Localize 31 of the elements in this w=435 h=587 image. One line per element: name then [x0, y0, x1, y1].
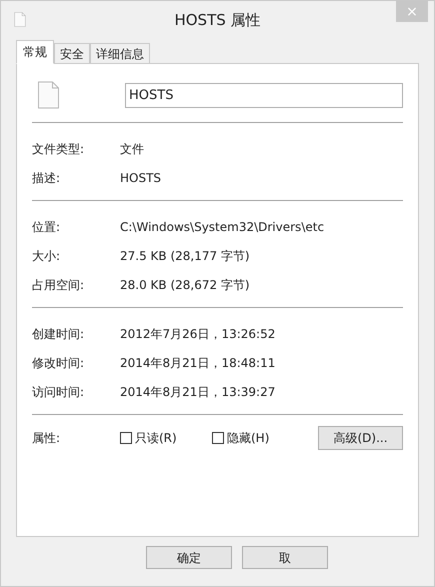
checkbox[interactable] [120, 432, 132, 444]
tab[interactable]: 详细信息 [90, 43, 150, 63]
name-field[interactable]: HOSTS [125, 82, 403, 108]
property-label: 文件类型: [32, 140, 86, 158]
tab[interactable]: 常规 [16, 40, 54, 64]
property-label: 描述: [32, 170, 62, 186]
property-value: 28.0 KB (28,672 字节) [120, 276, 250, 294]
property-value: 2012年7月26日，13:26:52 [120, 326, 276, 342]
property-value: 2014年8月21日，13:39:27 [120, 384, 276, 400]
dialog-button[interactable]: 取 [242, 546, 328, 569]
property-value: HOSTS [120, 170, 162, 186]
attributes-label: 属性: [32, 430, 62, 447]
checkbox[interactable] [212, 432, 224, 444]
window-title: HOSTS 属性 [174, 10, 261, 31]
tab[interactable]: 安全 [54, 43, 90, 63]
property-label: 位置: [32, 218, 62, 236]
dialog-button[interactable]: 确定 [146, 546, 232, 569]
property-label: 修改时间: [32, 354, 86, 372]
property-value: 2014年8月21日，18:48:11 [120, 354, 276, 372]
property-value: 文件 [120, 140, 144, 158]
property-label: 大小: [32, 248, 62, 264]
checkbox-label: 隐藏(H) [227, 430, 270, 447]
checkbox-label: 只读(R) [135, 430, 177, 447]
advanced-button[interactable]: 高级(D)... [318, 426, 403, 450]
property-value: C:\Windows\System32\Drivers\etc [120, 218, 324, 236]
property-value: 27.5 KB (28,177 字节) [120, 248, 250, 264]
property-label: 占用空间: [32, 276, 86, 294]
file-icon [14, 12, 26, 26]
property-label: 创建时间: [32, 326, 86, 342]
file-icon [37, 81, 60, 109]
property-label: 访问时间: [32, 384, 86, 400]
